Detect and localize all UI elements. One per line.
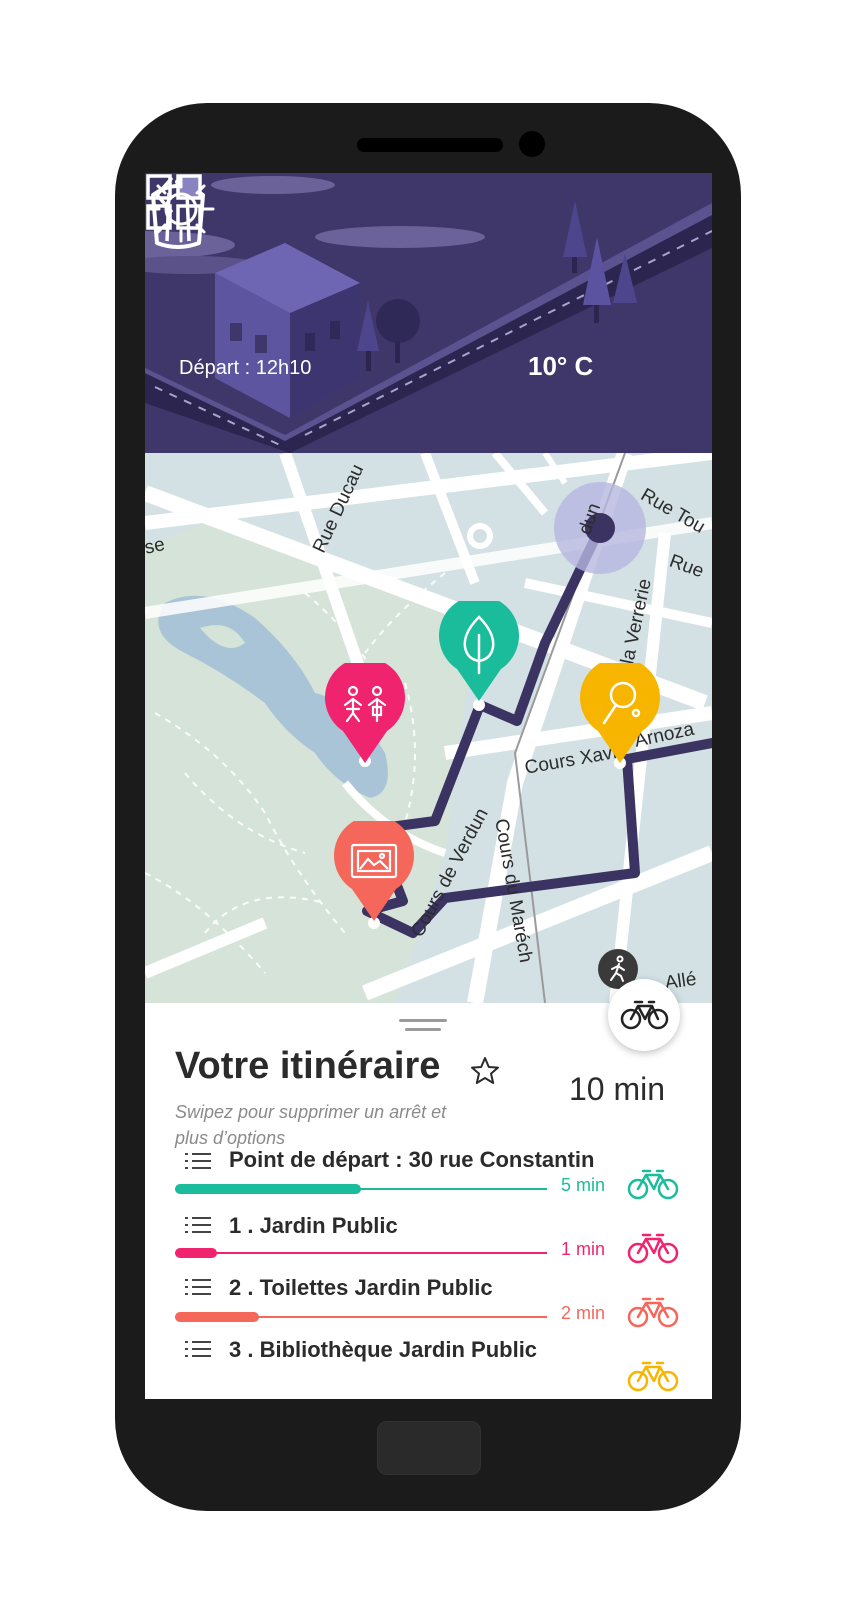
city-illustration — [145, 176, 712, 453]
pin-jardin[interactable] — [437, 601, 521, 705]
swipe-hint: Swipez pour supprimer un arrêt et plus d… — [175, 1102, 447, 1148]
step-label: 2 . Toilettes Jardin Public — [229, 1275, 493, 1300]
step-label: 3 . Bibliothèque Jardin Public — [229, 1337, 538, 1362]
pin-ping-pong[interactable] — [578, 663, 662, 767]
step-progress — [175, 1184, 361, 1194]
step-duration: 5 min — [561, 1175, 606, 1195]
step-duration: 1 min — [561, 1239, 606, 1259]
bike-icon — [627, 1297, 679, 1328]
bike-mode-button[interactable] — [608, 979, 680, 1051]
bike-icon — [627, 1361, 679, 1392]
header-illustration: Départ : 12h10 10° C — [145, 173, 712, 453]
app-screen: Départ : 12h10 10° C Rue Ducau Rue Tou R… — [145, 173, 712, 1399]
phone-camera — [519, 131, 545, 157]
step-label: Point de départ : 30 rue Constantin — [229, 1147, 595, 1172]
sheet-drag-handle[interactable] — [399, 1019, 447, 1033]
step-track — [175, 1252, 547, 1254]
bike-icon — [627, 1169, 679, 1200]
itinerary-title: Votre itinéraire — [175, 1045, 441, 1087]
bike-icon — [620, 1000, 669, 1030]
step-duration: 2 min — [561, 1303, 606, 1323]
phone-speaker — [357, 138, 503, 152]
reorder-list-icon[interactable] — [185, 1151, 211, 1171]
step-label: 1 . Jardin Public — [229, 1213, 398, 1238]
favorite-star-icon[interactable] — [469, 1055, 501, 1087]
bike-icon — [627, 1233, 679, 1264]
itinerary-sheet[interactable]: Votre itinéraire 10 min Swipez pour supp… — [145, 1003, 712, 1399]
total-duration: 10 min — [569, 1071, 666, 1107]
reorder-list-icon[interactable] — [185, 1339, 211, 1359]
temperature: 10° C — [528, 351, 594, 381]
route-map[interactable]: Rue Ducau Rue Tou Rue la Verrerie Cours … — [145, 453, 712, 1003]
reorder-list-icon[interactable] — [185, 1215, 211, 1235]
home-button[interactable] — [377, 1421, 481, 1475]
reorder-list-icon[interactable] — [185, 1277, 211, 1297]
pin-bibliotheque[interactable] — [332, 821, 416, 925]
step-progress — [175, 1248, 217, 1258]
pin-toilettes[interactable] — [323, 663, 407, 767]
sun-icon — [147, 175, 215, 243]
step-progress — [175, 1312, 259, 1322]
departure-time: Départ : 12h10 — [179, 357, 312, 379]
